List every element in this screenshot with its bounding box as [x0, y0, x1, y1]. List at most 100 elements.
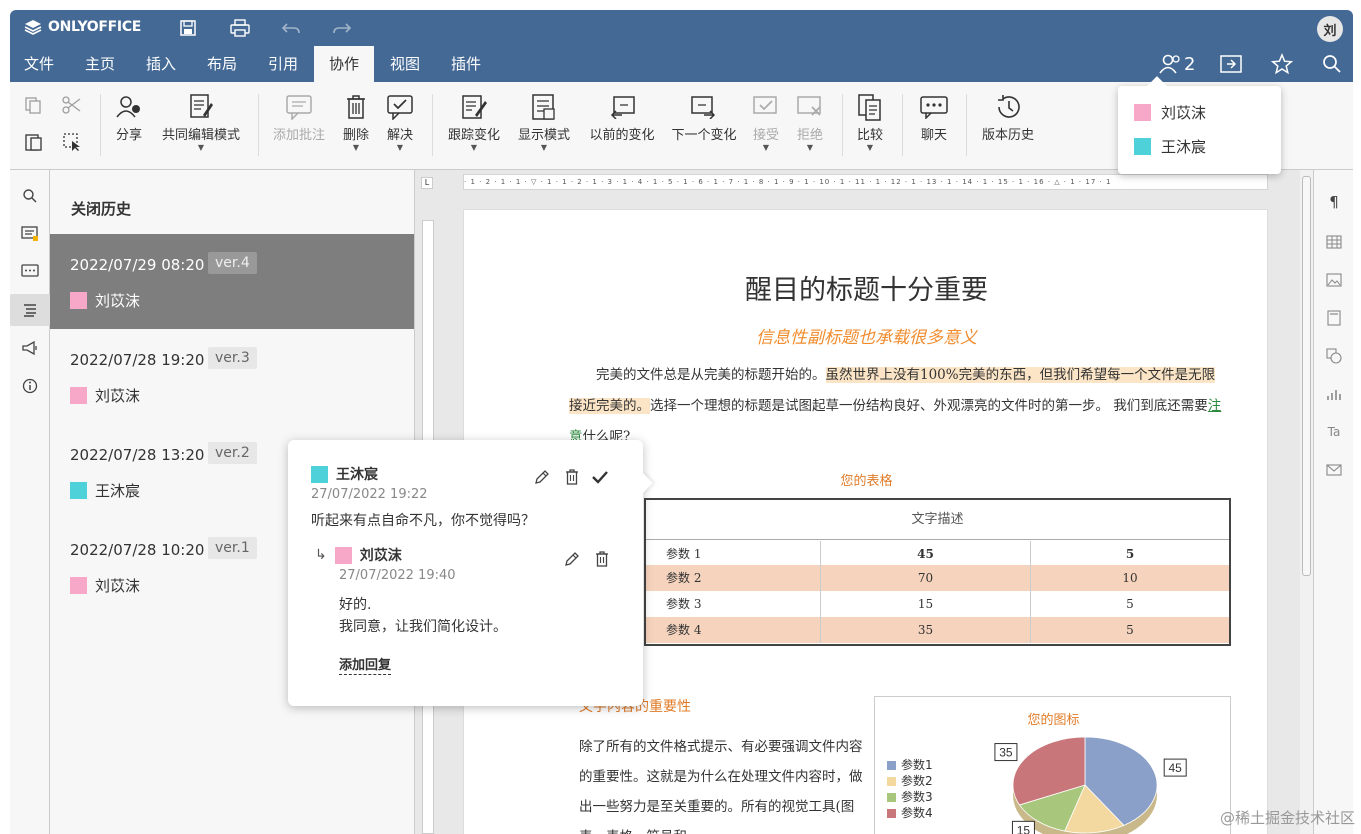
reply-author: ↳ 刘苡沫: [315, 545, 402, 565]
document-subtitle[interactable]: 信息性副标题也承载很多意义: [464, 323, 1269, 348]
coeditors-button[interactable]: 2: [1158, 52, 1195, 76]
delete-comment-button[interactable]: 删除 ▼: [338, 92, 374, 152]
user-avatar[interactable]: 刘: [1317, 16, 1343, 42]
chat-button[interactable]: 聊天: [912, 92, 956, 143]
vertical-scrollbar[interactable]: [1300, 170, 1313, 834]
add-comment-button[interactable]: 添加批注: [268, 92, 330, 143]
open-location-icon[interactable]: [1220, 52, 1242, 76]
paste-icon[interactable]: [24, 132, 44, 156]
share-label: 分享: [115, 128, 142, 143]
chart-settings-icon[interactable]: [1324, 384, 1344, 404]
comment-author-name: 王沐宸: [336, 467, 378, 483]
tab-plugins[interactable]: 插件: [436, 46, 496, 82]
horizontal-ruler[interactable]: · 1 · 2 · 1 · 1 · ▽ · 1 · 1 · 2 · 1 · 3 …: [463, 174, 1268, 190]
next-change-button[interactable]: 下一个变化: [666, 92, 742, 143]
scrollbar-thumb[interactable]: [1302, 176, 1311, 576]
user-color-swatch: [1134, 138, 1151, 155]
history-item[interactable]: 2022/07/29 08:20 ver.4 刘苡沫: [50, 234, 414, 329]
trash-icon: [347, 95, 365, 119]
tab-collaboration[interactable]: 协作: [314, 46, 374, 82]
compare-label: 比较: [856, 128, 883, 143]
left-sidebar: [10, 170, 50, 834]
app-logo: ONLYOFFICE: [24, 19, 141, 35]
document-title[interactable]: 醒目的标题十分重要: [464, 268, 1269, 307]
document-chart[interactable]: 您的图标 参数1 参数2 参数3 参数4 45151535: [874, 696, 1231, 834]
chevron-down-icon: ▼: [540, 143, 548, 152]
tab-insert[interactable]: 插入: [131, 46, 191, 82]
table-cell: 10: [1122, 571, 1138, 585]
comments-icon[interactable]: [18, 222, 42, 246]
favorite-star-icon[interactable]: [1271, 52, 1293, 76]
reject-button[interactable]: 拒绝 ▼: [792, 92, 828, 152]
version-history-button[interactable]: 版本历史: [976, 92, 1040, 143]
cut-icon[interactable]: [62, 96, 82, 118]
comment-popover: 王沐宸 27/07/2022 19:22 听起来有点自命不凡，你不觉得吗？ ↳ …: [288, 440, 653, 706]
text-art-settings-icon[interactable]: Ta: [1324, 422, 1344, 442]
document-paragraph[interactable]: 完美的文件总是从完美的标题开始的。虽然世界上没有100%完美的东西，但我们希望每…: [569, 360, 1224, 453]
tab-layout[interactable]: 布局: [192, 46, 252, 82]
share-button[interactable]: 分享: [110, 92, 148, 143]
accept-button[interactable]: 接受 ▼: [748, 92, 784, 152]
shape-settings-icon[interactable]: [1324, 346, 1344, 366]
coeditors-count: 2: [1184, 53, 1196, 75]
display-mode-icon: [532, 94, 555, 120]
document-paragraph[interactable]: 除了所有的文件格式提示、有必要强调文件内容的重要性。这就是为什么在处理文件内容时…: [579, 732, 869, 834]
resolve-button[interactable]: 解决 ▼: [382, 92, 418, 152]
tab-file[interactable]: 文件: [10, 46, 68, 82]
coeditor-item: 刘苡沫: [1134, 102, 1206, 123]
resolve-check-icon[interactable]: [591, 468, 609, 486]
tab-view[interactable]: 视图: [375, 46, 435, 82]
tab-references[interactable]: 引用: [253, 46, 313, 82]
add-reply-link[interactable]: 添加回复: [339, 654, 392, 675]
history-item[interactable]: 2022/07/28 19:20 ver.3 刘苡沫: [50, 329, 414, 424]
chat-icon[interactable]: [18, 260, 42, 284]
toolbar-separator: [842, 94, 843, 156]
track-changes-button[interactable]: 跟踪变化 ▼: [442, 92, 506, 152]
paragraph-settings-icon[interactable]: ¶: [1324, 192, 1344, 212]
edit-pencil-icon[interactable]: [533, 468, 551, 486]
version-badge: ver.1: [208, 537, 257, 559]
print-icon[interactable]: [229, 18, 251, 38]
trash-icon[interactable]: [563, 468, 581, 486]
table-cell: 参数 4: [646, 617, 821, 643]
save-icon[interactable]: [177, 18, 199, 38]
document-table[interactable]: 文字描述 参数 1 45 5 参数 2 70 10 参数 3 15 5 参数 4…: [644, 498, 1231, 646]
navigation-icon[interactable]: [10, 294, 50, 326]
select-all-icon[interactable]: [62, 132, 82, 156]
history-date: 2022/07/28 19:20: [70, 351, 205, 369]
edit-pencil-icon[interactable]: [563, 550, 581, 568]
coeditor-item: 王沐宸: [1134, 136, 1206, 157]
previous-change-button[interactable]: 以前的变化: [584, 92, 660, 143]
history-user: 刘苡沫: [70, 575, 140, 596]
copy-icon[interactable]: [24, 96, 44, 118]
search-icon[interactable]: [18, 184, 42, 208]
trash-icon[interactable]: [593, 550, 611, 568]
coedit-mode-button[interactable]: 共同编辑模式 ▼: [156, 92, 246, 152]
undo-icon[interactable]: [280, 18, 302, 38]
chevron-down-icon: ▼: [197, 143, 205, 152]
table-cell: 45: [821, 541, 1031, 567]
about-info-icon[interactable]: [18, 374, 42, 398]
compare-button[interactable]: 比较 ▼: [852, 92, 888, 152]
version-badge: ver.2: [208, 442, 257, 464]
close-history-button[interactable]: 关闭历史: [71, 198, 131, 219]
toolbar-separator: [432, 94, 433, 156]
user-color-swatch: [70, 387, 87, 404]
redo-icon[interactable]: [331, 18, 353, 38]
chevron-down-icon: ▼: [806, 143, 814, 152]
table-settings-icon[interactable]: [1324, 232, 1344, 252]
image-settings-icon[interactable]: [1324, 270, 1344, 290]
chat-label: 聊天: [920, 128, 947, 143]
mail-merge-icon[interactable]: [1324, 460, 1344, 480]
share-users-icon: [116, 96, 140, 118]
data-label: 15: [1017, 823, 1031, 834]
tab-stop-selector[interactable]: L: [421, 177, 433, 189]
search-icon[interactable]: [1322, 52, 1342, 76]
chat-icon: [920, 96, 948, 119]
table-cell: 参数 2: [646, 565, 821, 591]
tab-home[interactable]: 主页: [70, 46, 130, 82]
display-mode-button[interactable]: 显示模式 ▼: [512, 92, 576, 152]
header-footer-settings-icon[interactable]: [1324, 308, 1344, 328]
feedback-megaphone-icon[interactable]: [18, 336, 42, 360]
reject-icon: [797, 96, 821, 116]
